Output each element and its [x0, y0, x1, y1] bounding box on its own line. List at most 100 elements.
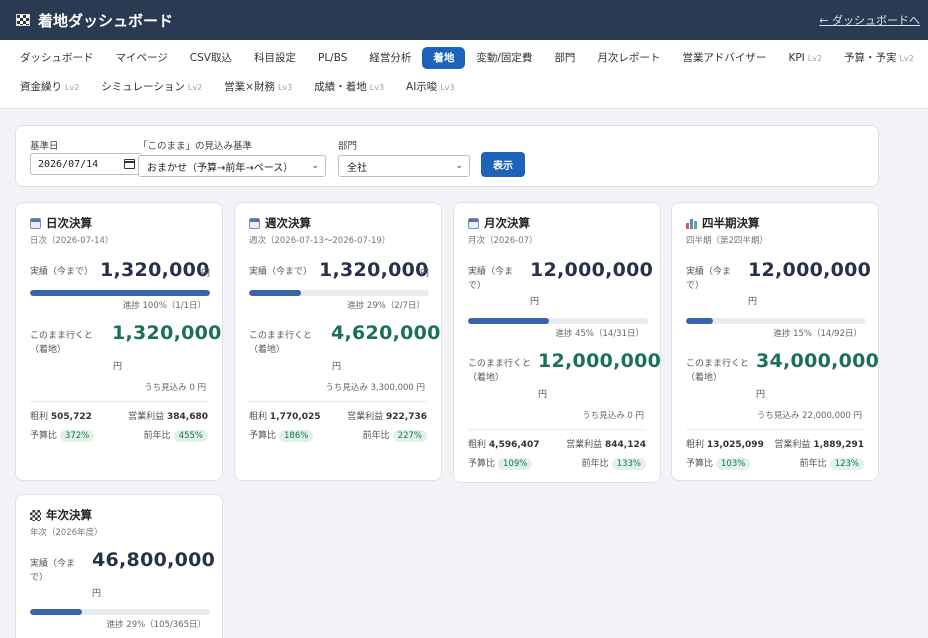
brand: 着地ダッシュボード	[16, 10, 173, 31]
progress-bar	[468, 318, 648, 324]
checkered-flag-icon	[16, 14, 30, 26]
tab-row1-1[interactable]: マイページ	[105, 47, 179, 69]
show-button[interactable]: 表示	[481, 152, 525, 177]
tab-row1-3[interactable]: 科目設定	[243, 47, 307, 69]
actual-value: 46,800,000	[92, 549, 216, 571]
progress-text: 進捗 29%（105/365日）	[106, 620, 206, 630]
tab-label: 経営分析	[369, 52, 412, 64]
progress-text: 進捗 29%（2/7日）	[347, 301, 425, 311]
tab-row1-10[interactable]: 営業アドバイザー	[671, 47, 777, 69]
tab-label: 科目設定	[253, 52, 296, 64]
actual-unit: 円	[201, 269, 211, 279]
tab-row1-2[interactable]: CSV取込	[179, 47, 243, 69]
tab-row2-0[interactable]: 資金繰り Lv2	[12, 76, 90, 98]
yoy-ratio: 前年比 227%	[363, 428, 427, 442]
budget-ratio: 予算比 372%	[30, 428, 95, 442]
yoy-ratio-badge: 133%	[611, 458, 646, 470]
page-title: 着地ダッシュボード	[38, 11, 174, 30]
base-date-value: 2026/07/14	[38, 158, 99, 170]
chevron-down-icon: ⌄	[455, 161, 463, 171]
tab-level-badge: Lv3	[440, 83, 455, 92]
base-date-label: 基準日	[30, 141, 59, 152]
basis-select[interactable]: おまかせ（予算→前年→ペース） ⌄	[138, 155, 326, 177]
progress-bar	[249, 290, 429, 296]
tab-level-badge: Lv2	[65, 83, 80, 92]
actual-label: 実績（今まで）	[249, 267, 313, 277]
card-subtitle: 週次（2026-07-13〜2026-07-19）	[249, 236, 391, 246]
tab-level-badge: Lv2	[187, 83, 203, 92]
card-subtitle: 四半期（第2四半期）	[686, 236, 768, 246]
tab-row2-2[interactable]: 営業×財務 Lv3	[213, 76, 303, 98]
card-weekly: 週次決算 週次（2026-07-13〜2026-07-19） 実績（今まで） 1…	[234, 202, 442, 481]
tab-level-badge: Lv3	[277, 83, 293, 92]
tab-row1-9[interactable]: 月次レポート	[586, 47, 671, 69]
tab-row1-7[interactable]: 変動/固定費	[465, 47, 543, 69]
basis-label: 「このまま」の見込み基準	[138, 141, 253, 152]
progress-text: 進捗 45%（14/31日）	[555, 329, 644, 339]
budget-ratio: 予算比 109%	[468, 456, 533, 470]
card-title: 年次決算	[46, 508, 92, 522]
tab-row1-11[interactable]: KPI Lv2	[777, 47, 833, 69]
card-yearly: 年次決算 年次（2026年度） 実績（今まで） 46,800,000 円 進捗 …	[15, 494, 223, 638]
yoy-ratio: 前年比 123%	[800, 456, 864, 470]
tab-row1-4[interactable]: PL/BS	[307, 47, 358, 69]
divider	[249, 401, 427, 402]
tab-row1-12[interactable]: 予算・予実 Lv2	[833, 47, 925, 69]
forecast-label: このまま行くと（着地）	[686, 359, 750, 383]
chevron-down-icon: ⌄	[311, 161, 319, 171]
tab-row1-5[interactable]: 経営分析	[358, 47, 422, 69]
nav-row-2: 資金繰り Lv2 シミュレーション Lv2 営業×財務 Lv3 成績・着地 Lv3 AI示唆 Lv…	[12, 75, 916, 99]
yoy-ratio-badge: 227%	[392, 430, 427, 442]
budget-ratio-badge: 103%	[716, 458, 751, 470]
tab-row1-6[interactable]: 着地	[422, 47, 466, 69]
back-to-dashboard-link[interactable]: ← ダッシュボードへ	[819, 12, 920, 28]
forecast-label: このまま行くと（着地）	[468, 359, 532, 383]
tab-label: 着地	[433, 52, 455, 64]
calendar-icon	[249, 217, 260, 229]
forecast-value: 4,620,000	[331, 322, 441, 344]
actual-label: 実績（今まで）	[468, 267, 514, 291]
tab-row2-4[interactable]: AI示唆 Lv3	[395, 76, 466, 98]
calendar-icon	[468, 217, 479, 229]
dept-label: 部門	[338, 141, 358, 152]
actual-label: 実績（今まで）	[30, 559, 76, 583]
actual-value: 12,000,000	[748, 259, 872, 281]
card-monthly: 月次決算 月次（2026-07） 実績（今まで） 12,000,000 円 進捗…	[453, 202, 661, 483]
actual-value: 1,320,000	[100, 259, 210, 281]
base-date-input[interactable]: 2026/07/14	[30, 153, 142, 175]
divider	[468, 429, 646, 430]
filter-panel: 基準日 2026/07/14 「このまま」の見込み基準 おまかせ（予算→前年→ペ…	[15, 125, 879, 187]
tab-label: PL/BS	[317, 52, 348, 64]
tab-level-badge: Lv3	[369, 83, 385, 92]
dept-select[interactable]: 全社 ⌄	[338, 155, 470, 177]
yoy-ratio: 前年比 455%	[144, 428, 208, 442]
tab-label: ダッシュボード	[20, 52, 94, 64]
forecast-label: このまま行くと（着地）	[249, 331, 313, 355]
tab-label: シミュレーション	[101, 81, 185, 93]
budget-ratio: 予算比 103%	[686, 456, 751, 470]
budget-ratio-badge: 109%	[498, 458, 533, 470]
tab-label: CSV取込	[189, 52, 232, 64]
app-header: 着地ダッシュボード ← ダッシュボードへ	[0, 0, 928, 40]
progress-text: 進捗 15%（14/92日）	[773, 329, 862, 339]
card-subtitle: 日次（2026-07-14）	[30, 236, 114, 246]
yoy-ratio-badge: 455%	[173, 430, 208, 442]
forecast-unit: 円	[538, 390, 548, 400]
tab-row2-3[interactable]: 成績・着地 Lv3	[303, 76, 395, 98]
actual-unit: 円	[92, 589, 102, 599]
tab-label: 営業×財務	[224, 81, 275, 93]
tab-row1-0[interactable]: ダッシュボード	[12, 47, 105, 69]
tab-row1-8[interactable]: 部門	[543, 47, 586, 69]
actual-value: 12,000,000	[530, 259, 654, 281]
budget-ratio: 予算比 186%	[249, 428, 314, 442]
tab-level-badge: Lv2	[899, 54, 914, 63]
forecast-unit: 円	[756, 390, 766, 400]
incl-forecast-text: うち見込み 0 円	[144, 383, 206, 393]
bar-chart-icon	[686, 217, 697, 229]
progress-bar	[686, 318, 866, 324]
calendar-icon[interactable]	[124, 159, 135, 169]
card-title: 月次決算	[484, 216, 530, 230]
card-daily: 日次決算 日次（2026-07-14） 実績（今まで） 1,320,000 円 …	[15, 202, 223, 481]
forecast-label: このまま行くと（着地）	[30, 331, 94, 355]
tab-row2-1[interactable]: シミュレーション Lv2	[90, 76, 213, 98]
